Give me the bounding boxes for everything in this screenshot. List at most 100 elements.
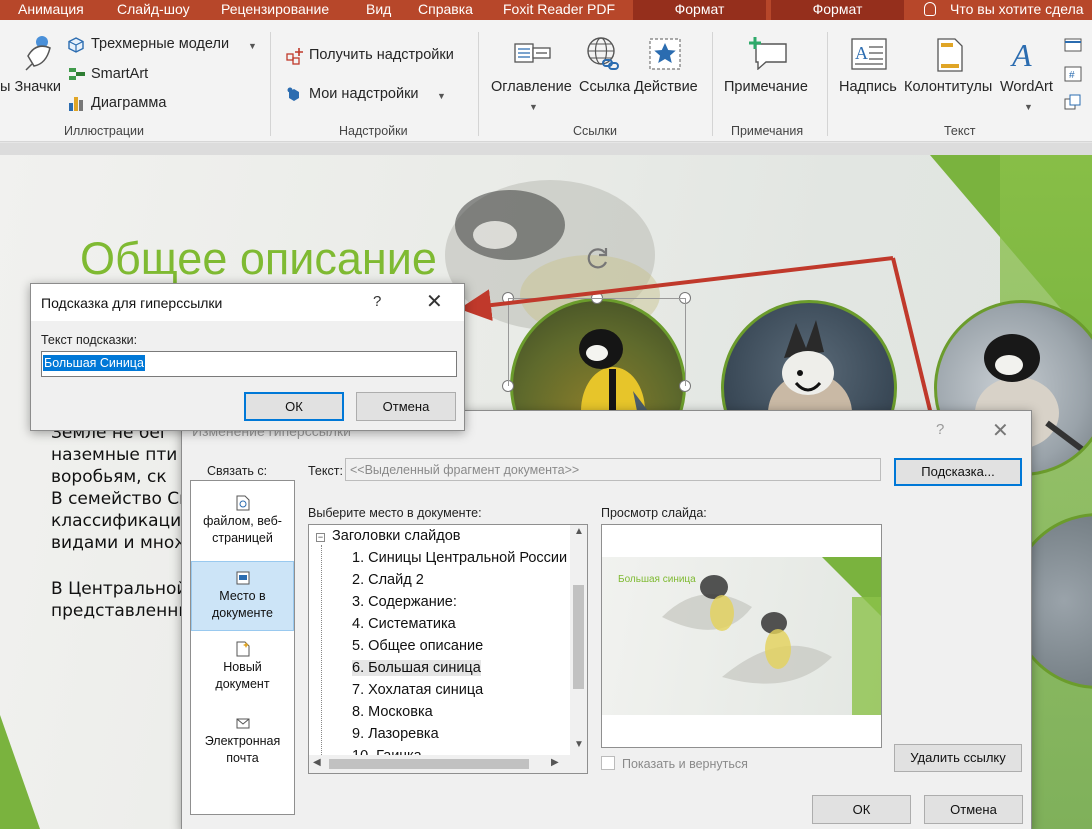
cancel-button[interactable]: Отмена — [924, 795, 1023, 824]
link-option-label: Новый документ — [215, 660, 270, 691]
tree-item[interactable]: 8. Московка — [352, 704, 433, 720]
tree-item[interactable]: 4. Систематика — [352, 616, 456, 632]
group-divider — [827, 32, 828, 136]
text-label: Текст: — [308, 464, 343, 478]
tab-foxit[interactable]: Foxit Reader PDF — [503, 0, 615, 20]
scroll-up-icon[interactable]: ▲ — [574, 526, 584, 537]
chevron-down-icon[interactable]: ▼ — [437, 91, 446, 101]
new-document-icon — [236, 641, 249, 657]
help-button[interactable]: ? — [373, 293, 381, 310]
table-of-contents-icon — [514, 43, 551, 63]
tab-view[interactable]: Вид — [366, 0, 391, 20]
screentip-text-input[interactable]: Большая Синица — [41, 351, 457, 377]
chevron-down-icon[interactable]: ▼ — [248, 41, 257, 51]
chart-button[interactable]: Диаграмма — [91, 95, 166, 111]
tab-slideshow[interactable]: Слайд-шоу — [117, 0, 190, 20]
scroll-thumb[interactable] — [573, 585, 584, 689]
show-and-return-checkbox[interactable] — [601, 756, 615, 770]
tab-format-1[interactable]: Формат — [633, 0, 766, 20]
chevron-down-icon[interactable]: ▼ — [529, 102, 538, 112]
group-label-text: Текст — [944, 124, 976, 138]
tab-help[interactable]: Справка — [418, 0, 473, 20]
vertical-scrollbar[interactable]: ▲ ▼ — [570, 525, 587, 755]
header-footer-button[interactable]: Колонтитулы — [904, 79, 992, 95]
link-to-email[interactable]: Электронная почта — [191, 715, 294, 771]
text-to-display-value: <<Выделенный фрагмент документа>> — [350, 463, 580, 477]
tree-root-slide-titles[interactable]: Заголовки слайдов — [332, 528, 461, 544]
textbox-button[interactable]: Надпись — [839, 79, 897, 95]
icons-button[interactable]: ы Значки — [0, 79, 61, 95]
my-addins-button[interactable]: Мои надстройки — [309, 86, 419, 102]
tab-review[interactable]: Рецензирование — [221, 0, 329, 20]
arrow-to-screentip-button — [891, 257, 948, 451]
arrow-to-tooltip-dialog — [459, 256, 894, 322]
document-place-tree[interactable]: − Заголовки слайдов 1. Синицы Центрально… — [308, 524, 588, 774]
textbox-icon: A — [851, 38, 887, 70]
group-label-addins: Надстройки — [339, 124, 408, 138]
smartart-button[interactable]: SmartArt — [91, 66, 148, 82]
tree-item[interactable]: 2. Слайд 2 — [352, 572, 424, 588]
group-divider — [478, 32, 479, 136]
group-divider — [712, 32, 713, 136]
link-to-label: Связать с: — [207, 464, 268, 478]
group-divider — [270, 32, 271, 136]
scroll-thumb[interactable] — [329, 759, 529, 769]
group-label-links: Ссылки — [573, 124, 618, 138]
wordart-button[interactable]: WordArt — [1000, 79, 1053, 95]
tree-item[interactable]: 5. Общее описание — [352, 638, 483, 654]
show-and-return-label: Показать и вернуться — [622, 757, 748, 771]
icons-icon — [25, 36, 51, 71]
tab-format-2[interactable]: Формат — [771, 0, 904, 20]
link-to-place-in-document[interactable]: Место в документе — [191, 561, 294, 631]
date-time-icon — [1064, 38, 1082, 52]
svg-text:A: A — [1010, 37, 1032, 70]
tree-item[interactable]: 3. Содержание: — [352, 594, 457, 610]
remove-link-button[interactable]: Удалить ссылку — [894, 744, 1022, 772]
chevron-down-icon[interactable]: ▼ — [1024, 102, 1033, 112]
object-icon — [1064, 94, 1081, 110]
my-addins-icon — [287, 87, 299, 101]
scroll-down-icon[interactable]: ▼ — [574, 739, 584, 750]
smartart-icon — [69, 68, 85, 80]
close-icon[interactable]: ✕ — [426, 292, 443, 312]
tree-item[interactable]: 1. Синицы Центральной России — [352, 550, 567, 566]
cancel-button[interactable]: Отмена — [356, 392, 456, 421]
link-to-panel: файлом, веб- страницей Место в документе… — [190, 480, 295, 815]
email-icon — [236, 718, 249, 729]
screentip-button[interactable]: Подсказка... — [894, 458, 1022, 486]
tell-me-search[interactable]: Что вы хотите сдела — [924, 0, 1084, 20]
select-place-label: Выберите место в документе: — [308, 506, 482, 520]
tree-item-selected[interactable]: 6. Большая синица — [352, 660, 481, 676]
close-icon[interactable]: ✕ — [992, 421, 1009, 441]
tree-item[interactable]: 9. Лазоревка — [352, 726, 439, 742]
3d-models-button[interactable]: Трехмерные модели — [91, 36, 229, 52]
svg-text:A: A — [855, 43, 868, 63]
edit-hyperlink-dialog: Изменение гиперссылки ? ✕ Связать с: фай… — [181, 410, 1032, 829]
slide-preview: Большая синица — [601, 524, 882, 748]
link-to-new-document[interactable]: Новый документ — [191, 641, 294, 697]
action-button[interactable]: Действие — [634, 79, 698, 95]
collapse-toggle-icon[interactable]: − — [316, 533, 325, 542]
slide-preview-label: Просмотр слайда: — [601, 506, 707, 520]
link-button[interactable]: Ссылка — [579, 79, 630, 95]
text-to-display-field[interactable]: <<Выделенный фрагмент документа>> — [345, 458, 881, 481]
get-addins-button[interactable]: Получить надстройки — [309, 47, 454, 63]
comment-button[interactable]: Примечание — [724, 79, 808, 95]
get-addins-icon — [286, 48, 303, 65]
tab-animation[interactable]: Анимация — [18, 0, 84, 20]
link-to-file-webpage[interactable]: файлом, веб- страницей — [191, 495, 294, 553]
horizontal-scrollbar[interactable]: ◀ ▶ — [309, 755, 587, 773]
ribbon: ы Значки Трехмерные модели ▼ SmartArt Ди… — [0, 20, 1092, 142]
toc-button[interactable]: Оглавление — [491, 79, 572, 95]
scroll-right-icon[interactable]: ▶ — [551, 757, 559, 768]
ok-button[interactable]: ОК — [812, 795, 911, 824]
tree-guide-line — [321, 545, 322, 773]
link-globe-icon — [587, 37, 619, 70]
tree-item[interactable]: 7. Хохлатая синица — [352, 682, 483, 698]
link-option-label: Электронная почта — [204, 734, 281, 765]
help-button[interactable]: ? — [936, 421, 944, 438]
scroll-left-icon[interactable]: ◀ — [313, 757, 321, 768]
dialog-title: Подсказка для гиперссылки — [41, 295, 223, 311]
bar-chart-icon — [69, 97, 83, 111]
ok-button[interactable]: ОК — [244, 392, 344, 421]
